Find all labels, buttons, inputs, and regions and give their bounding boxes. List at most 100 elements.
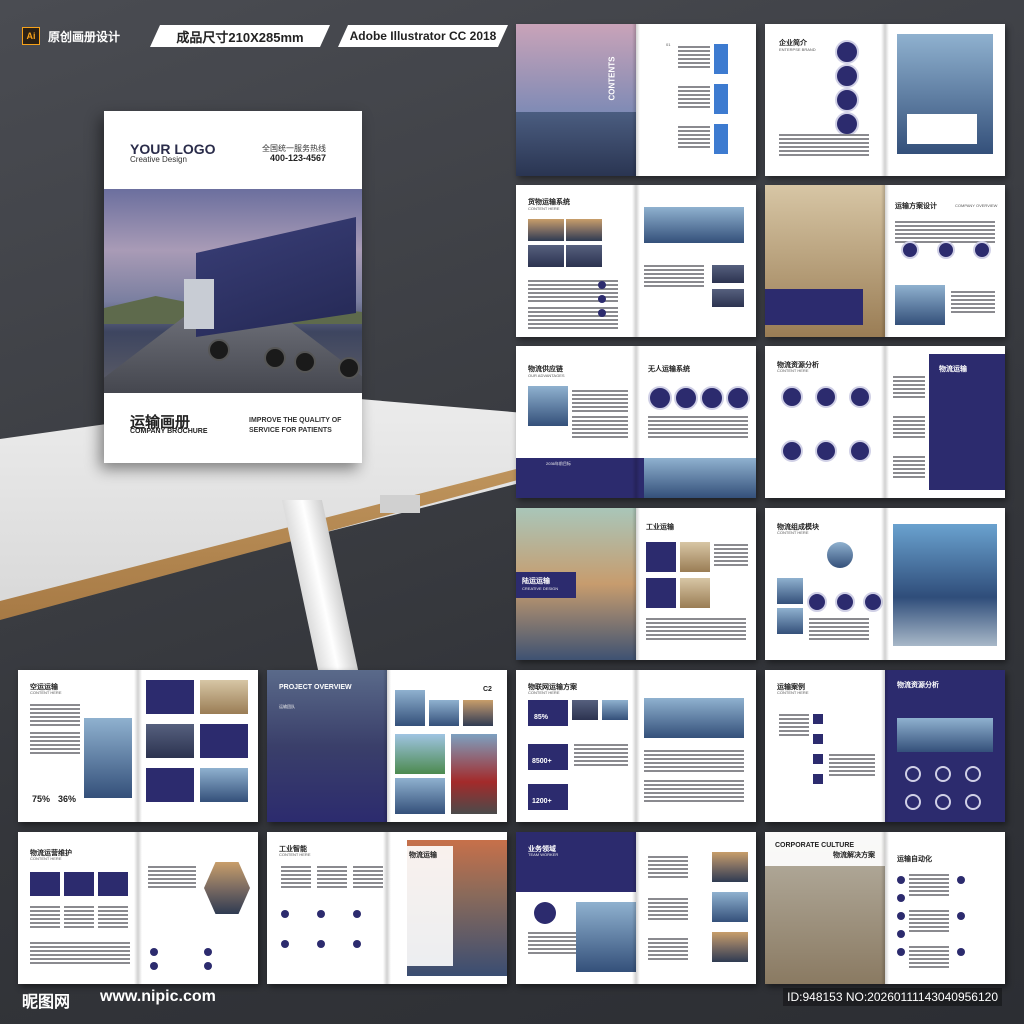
spread-graphic bbox=[317, 866, 347, 888]
spread-graphic bbox=[835, 112, 859, 136]
spread-graphic bbox=[893, 376, 925, 398]
spread-graphic bbox=[815, 386, 837, 408]
spread-graphic bbox=[528, 744, 568, 770]
spread-text: CONTENTS bbox=[607, 56, 617, 101]
spread-graphic bbox=[893, 524, 997, 646]
spread-graphic bbox=[572, 390, 628, 412]
spread-graphic bbox=[98, 872, 128, 896]
spread-air-transport: 空运运输 CONTENT HERE 75% 36% bbox=[18, 670, 258, 822]
spread-graphic bbox=[64, 906, 94, 928]
spread-graphic bbox=[678, 126, 710, 148]
spread-graphic bbox=[712, 289, 744, 307]
spread-graphic bbox=[134, 832, 142, 984]
spread-graphic bbox=[602, 700, 628, 720]
spread-graphic bbox=[84, 718, 132, 798]
spread-iot: 物联网运输方案 CONTENT HERE 85% 8500+ 1200+ bbox=[516, 670, 756, 822]
spread-graphic bbox=[644, 458, 756, 498]
spread-graphic bbox=[897, 912, 905, 920]
spread-graphic bbox=[777, 608, 803, 634]
spread-graphic bbox=[598, 281, 606, 289]
size-tag: 成品尺寸210X285mm bbox=[150, 25, 330, 47]
spread-graphic bbox=[907, 114, 977, 144]
spread-graphic bbox=[909, 874, 949, 896]
spread-graphic bbox=[674, 386, 698, 410]
spread-graphic bbox=[200, 768, 248, 802]
spread-text: CONTENT HERE bbox=[279, 852, 311, 857]
spread-graphic bbox=[30, 942, 130, 964]
spread-graphic bbox=[648, 416, 748, 438]
spread-text: TEAM WORKER bbox=[528, 852, 559, 857]
spread-graphic bbox=[598, 309, 606, 317]
spread-graphic bbox=[463, 700, 493, 726]
spread-graphic bbox=[576, 902, 636, 972]
spread-text: CORPORATE CULTURE bbox=[775, 842, 855, 849]
spread-graphic bbox=[957, 948, 965, 956]
spread-graphic bbox=[150, 962, 158, 970]
spread-graphic bbox=[678, 46, 710, 68]
spread-graphic bbox=[726, 386, 750, 410]
spread-graphic bbox=[712, 892, 748, 922]
spread-graphic bbox=[951, 291, 995, 313]
spread-graphic bbox=[146, 724, 194, 758]
spread-graphic bbox=[881, 832, 889, 984]
spread-graphic bbox=[644, 698, 744, 738]
spread-graphic bbox=[353, 866, 383, 888]
spread-graphic bbox=[897, 948, 905, 956]
spread-text: C2 bbox=[483, 686, 492, 693]
spread-maintenance: 物流运营维护 CONTENT HERE bbox=[18, 832, 258, 984]
spread-text: 运输团队 bbox=[279, 704, 295, 709]
spread-graphic bbox=[835, 40, 859, 64]
spread-graphic bbox=[965, 794, 981, 810]
spread-graphic bbox=[516, 832, 636, 892]
spread-text: CONTENT HERE bbox=[777, 530, 809, 535]
spread-graphic bbox=[30, 732, 80, 754]
spread-graphic bbox=[835, 592, 855, 612]
spread-contents: CONTENTS 01 bbox=[516, 24, 756, 176]
spread-text: PROJECT OVERVIEW bbox=[279, 684, 352, 691]
spread-graphic bbox=[807, 592, 827, 612]
spread-graphic bbox=[957, 912, 965, 920]
spread-graphic bbox=[598, 295, 606, 303]
spread-graphic bbox=[712, 265, 744, 283]
spread-graphic bbox=[827, 542, 853, 568]
spread-graphic bbox=[680, 578, 710, 608]
spread-logistics-modules: 物流组成模块 CONTENT HERE bbox=[765, 508, 1005, 660]
spread-graphic bbox=[317, 910, 325, 918]
spread-graphic bbox=[572, 700, 598, 720]
spread-graphic bbox=[909, 910, 949, 932]
watermark-url[interactable]: www.nipic.com bbox=[100, 988, 216, 1006]
spread-graphic bbox=[644, 750, 744, 772]
spread-graphic bbox=[383, 670, 391, 822]
spread-graphic bbox=[574, 744, 628, 766]
spread-text: 物流运输 bbox=[939, 366, 967, 373]
spread-graphic bbox=[965, 766, 981, 782]
spread-graphic bbox=[407, 846, 453, 966]
spread-graphic bbox=[680, 542, 710, 572]
spread-text: 8500+ bbox=[532, 758, 552, 765]
spread-text: 陆运运输 bbox=[522, 578, 550, 585]
spread-graphic bbox=[712, 852, 748, 882]
spread-graphic bbox=[646, 578, 676, 608]
spread-graphic bbox=[632, 185, 640, 337]
cover-phone: 400-123-4567 bbox=[269, 153, 326, 163]
spread-graphic bbox=[781, 440, 803, 462]
spread-graphic bbox=[712, 932, 748, 962]
spread-text: 运输方案设计 bbox=[895, 203, 937, 210]
cover-slogan: IMPROVE THE QUALITY OF SERVICE FOR PATIE… bbox=[249, 417, 342, 434]
spread-graphic bbox=[317, 940, 325, 948]
spread-graphic bbox=[905, 794, 921, 810]
spread-text: CONTENT HERE bbox=[528, 690, 560, 695]
spread-graphic bbox=[648, 386, 672, 410]
spread-graphic bbox=[714, 84, 728, 114]
spread-text: ENTERPSE BRAND bbox=[779, 47, 816, 52]
spread-graphic bbox=[30, 906, 60, 928]
spread-graphic bbox=[281, 910, 289, 918]
spread-graphic bbox=[632, 832, 640, 984]
spread-graphic bbox=[281, 940, 289, 948]
spread-text: CREATIVE DESIGN bbox=[522, 586, 559, 591]
spread-graphic bbox=[267, 670, 387, 822]
spread-graphic bbox=[809, 618, 869, 640]
spread-graphic bbox=[648, 856, 688, 878]
spread-text: 75% bbox=[32, 794, 51, 804]
spread-graphic bbox=[813, 714, 823, 724]
